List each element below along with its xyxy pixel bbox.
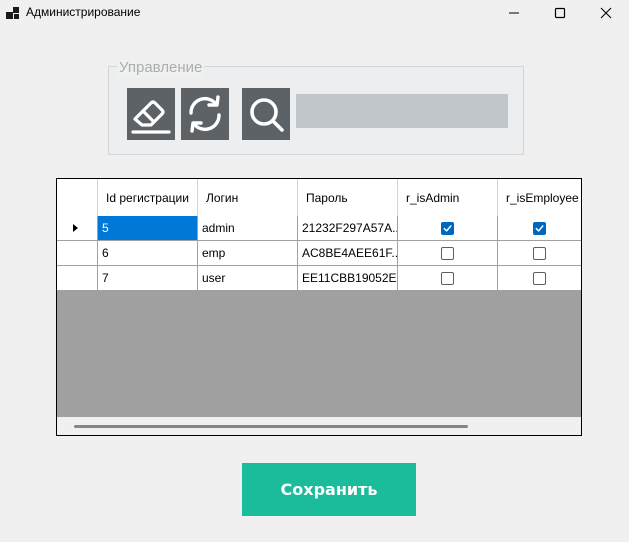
minimize-button[interactable]	[491, 0, 537, 26]
cell-password[interactable]: AC8BE4AEE61F...	[298, 241, 398, 265]
table-row[interactable]: 6 emp AC8BE4AEE61F...	[57, 241, 581, 266]
cell-login[interactable]: user	[198, 266, 298, 290]
grid-header: Id регистрации Логин Пароль r_isAdmin r_…	[57, 179, 581, 216]
cell-password[interactable]: EE11CBB19052E...	[298, 266, 398, 290]
scrollbar-thumb[interactable]	[74, 425, 468, 428]
cell-id[interactable]: 6	[98, 241, 198, 265]
refresh-button[interactable]	[181, 88, 229, 140]
is-employee-checkbox[interactable]	[533, 271, 546, 285]
cell-is-employee[interactable]	[498, 266, 581, 290]
refresh-icon	[189, 95, 221, 133]
minimize-icon	[509, 12, 519, 14]
cell-is-admin[interactable]	[398, 241, 498, 265]
clear-button[interactable]	[127, 88, 175, 140]
grid-rows: 5 admin 21232F297A57A... 6 emp AC8BE4AEE…	[57, 216, 581, 291]
column-header-id[interactable]: Id регистрации	[98, 179, 198, 216]
cell-login[interactable]: emp	[198, 241, 298, 265]
maximize-icon	[554, 7, 566, 19]
column-header-password[interactable]: Пароль	[298, 179, 398, 216]
cell-is-employee[interactable]	[498, 216, 581, 240]
is-admin-checkbox[interactable]	[441, 271, 454, 285]
row-header[interactable]	[57, 216, 98, 240]
search-icon	[250, 98, 284, 132]
column-header-is-employee[interactable]: r_isEmployee	[498, 179, 581, 216]
horizontal-scrollbar[interactable]	[57, 417, 581, 435]
cell-id[interactable]: 5	[98, 216, 198, 240]
search-input[interactable]	[296, 94, 508, 128]
is-admin-checkbox[interactable]	[441, 246, 454, 260]
row-header-corner[interactable]	[57, 179, 98, 216]
users-data-grid[interactable]: Id регистрации Логин Пароль r_isAdmin r_…	[56, 178, 582, 436]
maximize-button[interactable]	[537, 0, 583, 26]
cell-is-admin[interactable]	[398, 216, 498, 240]
row-header[interactable]	[57, 241, 98, 265]
row-header[interactable]	[57, 266, 98, 290]
cell-id[interactable]: 7	[98, 266, 198, 290]
is-employee-checkbox[interactable]	[533, 246, 546, 260]
close-button[interactable]	[583, 0, 629, 26]
search-button[interactable]	[242, 88, 290, 140]
is-admin-checkbox[interactable]	[441, 221, 454, 235]
title-bar: Администрирование	[0, 0, 629, 26]
window-title: Администрирование	[26, 5, 141, 19]
save-button[interactable]: Сохранить	[242, 463, 416, 516]
close-icon	[600, 7, 612, 19]
cell-login[interactable]: admin	[198, 216, 298, 240]
table-row[interactable]: 5 admin 21232F297A57A...	[57, 216, 581, 241]
app-icon	[6, 6, 20, 20]
eraser-icon	[131, 100, 171, 134]
table-row[interactable]: 7 user EE11CBB19052E...	[57, 266, 581, 291]
is-employee-checkbox[interactable]	[533, 221, 546, 235]
group-label: Управление	[117, 59, 205, 77]
cell-is-employee[interactable]	[498, 241, 581, 265]
column-header-login[interactable]: Логин	[198, 179, 298, 216]
column-header-is-admin[interactable]: r_isAdmin	[398, 179, 498, 216]
cell-is-admin[interactable]	[398, 266, 498, 290]
current-row-arrow-icon	[72, 224, 78, 232]
cell-password[interactable]: 21232F297A57A...	[298, 216, 398, 240]
